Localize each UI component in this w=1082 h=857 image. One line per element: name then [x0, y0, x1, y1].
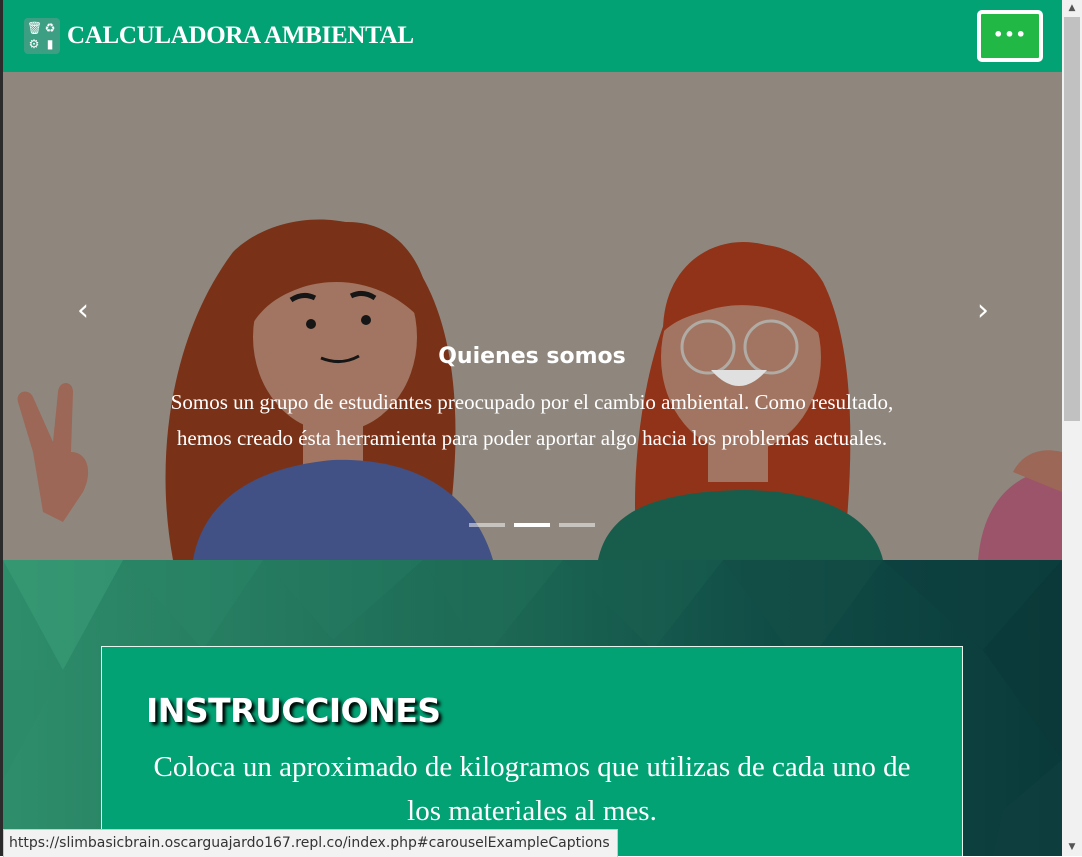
link-status-bar: https://slimbasicbrain.oscarguajardo167.…: [3, 829, 618, 857]
scroll-up-arrow-icon[interactable]: ▲: [1062, 0, 1082, 17]
navbar: 🗑 ♻ ⚙ ▮ CALCULADORA AMBIENTAL •••: [3, 0, 1062, 72]
instructions-title: INSTRUCCIONES: [146, 691, 441, 730]
carousel-prev-button[interactable]: ‹: [68, 296, 98, 326]
carousel-indicator-3[interactable]: [559, 523, 595, 527]
carousel-overlay: [3, 72, 1062, 560]
instructions-section: INSTRUCCIONES Coloca un aproximado de ki…: [3, 560, 1062, 856]
chevron-right-icon: ›: [977, 293, 989, 328]
carousel-indicator-1[interactable]: [469, 523, 505, 527]
more-icon: •••: [993, 24, 1027, 44]
scrollbar-thumb[interactable]: [1064, 17, 1080, 421]
carousel-caption: Quienes somos Somos un grupo de estudian…: [161, 342, 903, 456]
instructions-text: Coloca un aproximado de kilogramos que u…: [153, 751, 911, 827]
vertical-scrollbar[interactable]: ▲ ▼: [1062, 0, 1082, 856]
menu-toggle-button[interactable]: •••: [977, 10, 1043, 62]
recycling-bins-icon[interactable]: 🗑 ♻ ⚙ ▮: [24, 18, 60, 54]
carousel-next-button[interactable]: ›: [968, 296, 998, 326]
caption-text: Somos un grupo de estudiantes preocupado…: [170, 390, 894, 450]
instructions-card: INSTRUCCIONES Coloca un aproximado de ki…: [101, 646, 963, 856]
chevron-left-icon: ‹: [77, 293, 89, 328]
brand-title[interactable]: CALCULADORA AMBIENTAL: [67, 22, 414, 50]
scroll-down-arrow-icon[interactable]: ▼: [1062, 839, 1082, 856]
caption-title: Quienes somos: [438, 344, 626, 369]
carousel-indicators: [469, 523, 595, 527]
carousel-indicator-2[interactable]: [514, 523, 550, 527]
carousel: ‹ › Quienes somos Somos un grupo de estu…: [3, 72, 1062, 560]
